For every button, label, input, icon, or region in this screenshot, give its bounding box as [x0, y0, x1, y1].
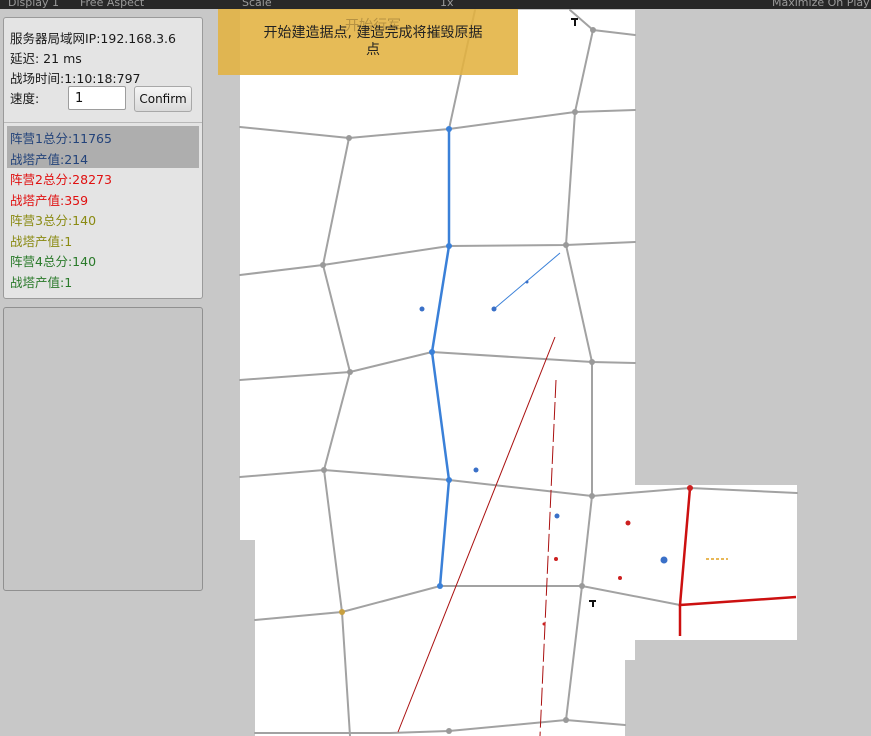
team-tower-output: 战塔产值:214 — [10, 151, 89, 167]
team2-unit — [687, 485, 693, 491]
team-tower-output: 战塔产值:1 — [10, 233, 73, 249]
team2-unit — [554, 557, 558, 561]
team2-unit — [625, 520, 631, 526]
team1-unit — [554, 513, 560, 519]
speed-label: 速度: — [10, 91, 40, 106]
battle-time: 战场时间:1:10:18:797 — [10, 71, 141, 86]
team2-unit — [618, 576, 622, 580]
team1-unit — [473, 467, 479, 473]
team2-unit — [542, 622, 546, 626]
server-ip: 服务器局域网IP:192.168.3.6 — [10, 31, 176, 46]
team1-unit — [491, 306, 497, 312]
team-total-score: 阵营2总分:28273 — [10, 172, 112, 187]
team-total-score: 阵营3总分:140 — [10, 213, 97, 228]
team-tower-output: 战塔产值:1 — [10, 274, 73, 290]
toast-message: 开始建造据点, 建造完成将摧毁原据点 — [263, 25, 483, 58]
divider — [4, 122, 202, 123]
team1-unit — [660, 556, 668, 564]
notification-toast: 开始行军 开始建造据点, 建造完成将摧毁原据点 — [218, 9, 518, 75]
team1-unit — [525, 280, 529, 284]
speed-input[interactable] — [68, 86, 126, 110]
team-total-score: 阵营1总分:11765 — [10, 131, 112, 146]
confirm-button[interactable]: Confirm — [134, 86, 192, 112]
team-tower-output: 战塔产值:359 — [10, 192, 89, 208]
empty-panel — [3, 307, 203, 591]
team-total-score: 阵营4总分:140 — [10, 254, 97, 269]
latency: 延迟: 21 ms — [10, 51, 82, 66]
team1-unit — [419, 306, 425, 312]
server-info-panel: 服务器局域网IP:192.168.3.6 延迟: 21 ms 战场时间:1:10… — [3, 17, 203, 299]
